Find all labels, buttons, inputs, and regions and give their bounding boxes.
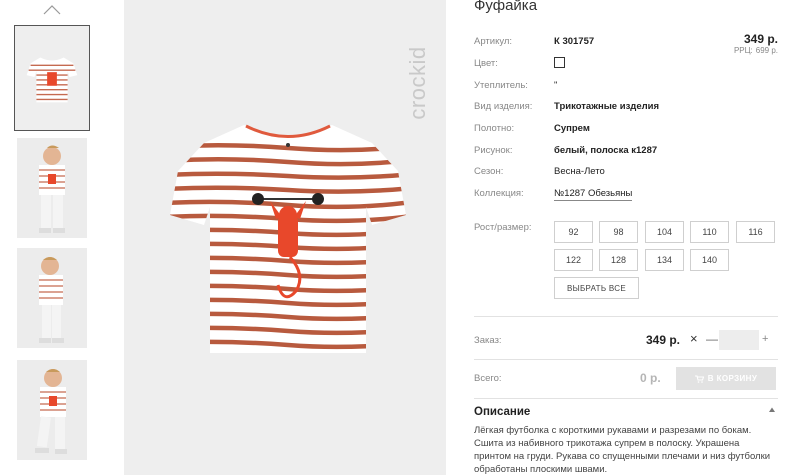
attr-value-season: Весна-Лето — [554, 166, 605, 177]
sizes-label: Рост/размер: — [474, 222, 532, 233]
size-button[interactable]: 104 — [645, 221, 684, 243]
size-button[interactable]: 122 — [554, 249, 593, 271]
thumbnail-4[interactable] — [17, 360, 87, 460]
divider — [474, 316, 778, 317]
thumbnail-3[interactable] — [17, 248, 87, 348]
attr-value-insulation: " — [554, 80, 558, 91]
total-label: Всего: — [474, 373, 502, 384]
rrp-value: 699 р. — [755, 46, 778, 55]
product-price: 349 р. — [743, 32, 778, 46]
order-label: Заказ: — [474, 335, 502, 346]
attr-label-season: Сезон: — [474, 166, 504, 177]
select-all-sizes-button[interactable]: ВЫБРАТЬ ВСЕ — [554, 277, 639, 299]
color-swatch[interactable] — [554, 57, 565, 68]
description-text: Лёгкая футболка с короткими рукавами и р… — [474, 425, 771, 475]
add-to-cart-label: В КОРЗИНУ — [707, 374, 758, 383]
attr-label-article: Артикул: — [474, 36, 513, 47]
remove-order-icon[interactable]: × — [690, 331, 698, 346]
product-info-panel: Фуфайка 349 р. РРЦ: 699 р. Артикул: К 301… — [474, 0, 784, 475]
size-button[interactable]: 140 — [690, 249, 729, 271]
attr-label-insulation: Утеплитель: — [474, 80, 528, 91]
size-button[interactable]: 92 — [554, 221, 593, 243]
chevron-up-icon[interactable] — [42, 2, 62, 18]
quantity-increase-button[interactable]: + — [762, 333, 768, 345]
size-button[interactable]: 110 — [690, 221, 729, 243]
quantity-decrease-button[interactable]: — — [706, 332, 718, 346]
divider — [474, 359, 778, 360]
size-button[interactable]: 128 — [599, 249, 638, 271]
rrp-label: РРЦ: — [733, 46, 753, 55]
rrp-price: РРЦ: 699 р. — [731, 46, 778, 55]
attr-value-article: К 301757 — [554, 36, 595, 47]
total-price: 0 р. — [640, 371, 661, 385]
size-button[interactable]: 134 — [645, 249, 684, 271]
quantity-input[interactable] — [719, 330, 759, 350]
size-button[interactable]: 116 — [736, 221, 775, 243]
attr-label-collection: Коллекция: — [474, 188, 524, 199]
add-to-cart-button[interactable]: В КОРЗИНУ — [676, 367, 776, 390]
attr-value-fabric: Супрем — [554, 123, 590, 134]
triangle-up-icon[interactable] — [768, 406, 776, 414]
tshirt-image — [170, 124, 406, 353]
thumbnail-strip — [0, 0, 110, 475]
attr-label-pattern: Рисунок: — [474, 145, 513, 156]
thumbnail-1[interactable] — [14, 25, 90, 131]
order-price: 349 р. — [646, 333, 681, 347]
size-button[interactable]: 98 — [599, 221, 638, 243]
attr-value-pattern: белый, полоска к1287 — [554, 145, 658, 156]
cart-icon — [694, 375, 704, 383]
attr-label-type: Вид изделия: — [474, 101, 533, 112]
attr-value-type: Трикотажные изделия — [554, 101, 660, 112]
thumbnail-2[interactable] — [17, 138, 87, 238]
attr-label-fabric: Полотно: — [474, 123, 515, 134]
description-title: Описание — [474, 406, 531, 418]
divider — [474, 398, 778, 399]
collection-link[interactable]: №1287 Обезьяны — [554, 188, 633, 201]
main-product-image[interactable]: crockid — [124, 0, 446, 475]
attr-label-color: Цвет: — [474, 58, 498, 69]
product-title: Фуфайка — [474, 0, 538, 14]
